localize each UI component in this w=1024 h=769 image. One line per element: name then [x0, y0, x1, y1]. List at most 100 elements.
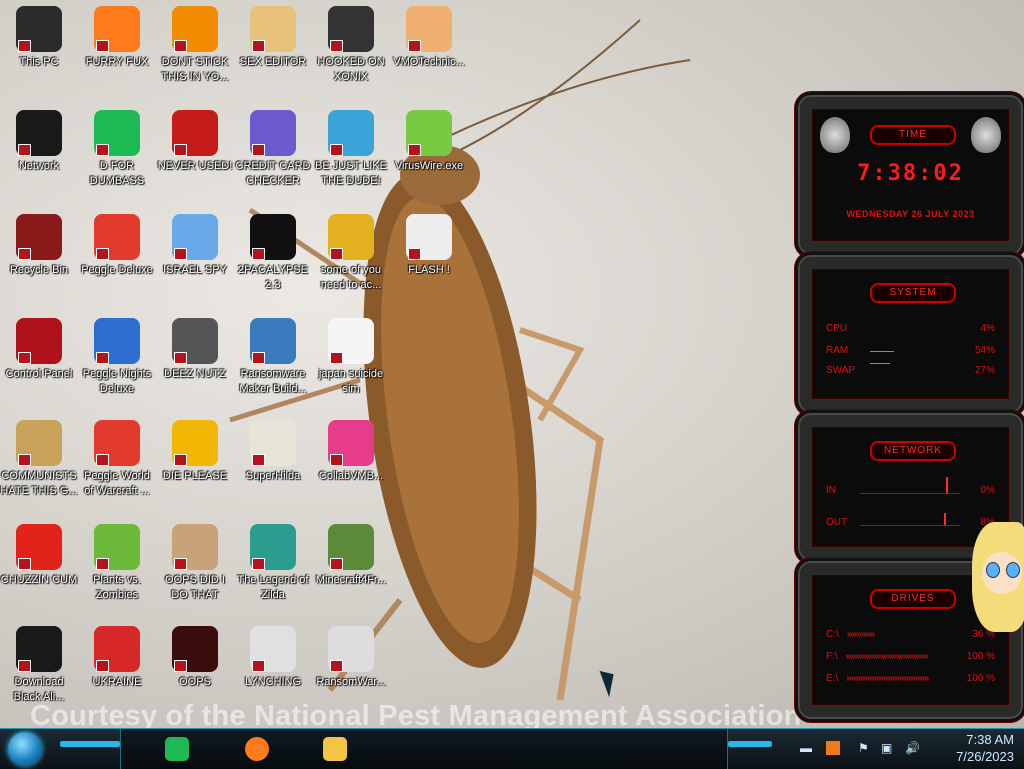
desktop-icon-label: HOOKED ON XONIX [317, 56, 385, 83]
desktop-icon[interactable]: SuperHilda [234, 414, 312, 510]
desktop-icon-image [94, 524, 140, 570]
desktop-icon[interactable]: 2PACALYPSE 2.3 [234, 208, 312, 304]
desktop-icon-image [172, 524, 218, 570]
desktop-icon-label: D FOR DUMBASS [89, 160, 145, 187]
desktop-icon-label: SEX EDITOR [239, 56, 307, 68]
desktop-icon[interactable]: FLASH ! [390, 208, 468, 304]
taskbar-notes-app-button[interactable] [160, 733, 194, 765]
taskbar-file-explorer-button[interactable] [318, 733, 352, 765]
desktop-icon[interactable]: CHUZZIN CUM [0, 518, 78, 614]
desktop-icon-label: COMMUNISTS HATE THIS G... [0, 470, 78, 497]
alien-head-right-icon [971, 117, 1001, 153]
desktop-icon-label: SuperHilda [245, 470, 301, 482]
desktop-icon[interactable]: Minecraft4Fr... [312, 518, 390, 614]
shortcut-badge-icon [18, 352, 31, 364]
desktop-icon-label: Peggle World of Warcraft ... [84, 470, 150, 497]
folder-icon [323, 737, 347, 761]
tray-overflow-icon[interactable]: ▬ [800, 741, 812, 755]
ram-graph-line [870, 351, 894, 352]
desktop-icon[interactable]: Network [0, 104, 78, 200]
desktop-icon[interactable]: UKRAINE [78, 620, 156, 716]
desktop-icon[interactable]: OOPS DID I DO THAT [156, 518, 234, 614]
tray-app-icon[interactable] [826, 741, 840, 755]
desktop-icon[interactable]: RansomWar... [312, 620, 390, 716]
desktop-icon[interactable]: CREDIT CARD CHECKER [234, 104, 312, 200]
shortcut-badge-icon [330, 144, 343, 156]
desktop-icon[interactable]: Download Black Ali... [0, 620, 78, 716]
desktop-icon-image [94, 214, 140, 260]
desktop-icon[interactable]: This PC [0, 0, 78, 96]
desktop-icon-label: This PC [19, 56, 59, 68]
desktop-icon-label: UKRAINE [92, 676, 142, 688]
desktop-icon[interactable]: LYNCHING [234, 620, 312, 716]
shortcut-badge-icon [330, 660, 343, 672]
desktop-icon-label: DEEZ NUTZ [164, 368, 226, 380]
time-clock: 7:38:02 [857, 161, 964, 186]
clock-time: 7:38 AM [966, 732, 1014, 747]
desktop-icon[interactable]: D FOR DUMBASS [78, 104, 156, 200]
desktop-icon[interactable]: CollabVMB... [312, 414, 390, 510]
firefox-icon [245, 737, 269, 761]
time-widget: TIME 7:38:02 WEDNESDAY 26 JULY 2023 [795, 92, 1024, 258]
desktop-icon-image [172, 214, 218, 260]
desktop-icon-label: DONT STICK THIS IN YO... [161, 56, 229, 83]
shortcut-badge-icon [18, 558, 31, 570]
desktop-icon-label: NEVER USED! [157, 160, 233, 172]
desktop-icon[interactable]: OOPS [156, 620, 234, 716]
desktop-icon[interactable]: DIE PLEASE [156, 414, 234, 510]
desktop-icon[interactable]: ISRAEL SPY [156, 208, 234, 304]
taskbar-decor-right [728, 741, 772, 747]
desktop-icon-image [16, 318, 62, 364]
desktop-icon-label: FURRY FUX [85, 56, 149, 68]
desktop-icon[interactable]: NEVER USED! [156, 104, 234, 200]
taskbar-firefox-button[interactable] [240, 733, 274, 765]
taskbar-clock[interactable]: 7:38 AM 7/26/2023 [956, 731, 1014, 765]
desktop-icon[interactable]: DEEZ NUTZ [156, 312, 234, 408]
desktop-icon-image [328, 6, 374, 52]
shortcut-badge-icon [252, 660, 265, 672]
desktop-icon[interactable]: The Legend of Zilda [234, 518, 312, 614]
desktop-icon[interactable]: COMMUNISTS HATE THIS G... [0, 414, 78, 510]
desktop-icon[interactable]: Peggle Deluxe [78, 208, 156, 304]
desktop-icon-label: CHUZZIN CUM [0, 574, 78, 586]
shortcut-badge-icon [174, 40, 187, 52]
desktop-icon[interactable]: FURRY FUX [78, 0, 156, 96]
desktop-icon-label: FLASH ! [408, 264, 450, 276]
desktop-icon[interactable]: VirusWire.exe [390, 104, 468, 200]
system-row-swap: SWAP 27% [826, 365, 995, 376]
network-in-spike [946, 477, 948, 493]
clock-date: 7/26/2023 [956, 749, 1014, 764]
desktop-icon[interactable]: Peggle Nights Deluxe [78, 312, 156, 408]
shortcut-badge-icon [174, 248, 187, 260]
desktop-icon[interactable]: DONT STICK THIS IN YO... [156, 0, 234, 96]
shortcut-badge-icon [408, 144, 421, 156]
desktop-icon[interactable]: VMOTechnic... [390, 0, 468, 96]
desktop-icon[interactable]: Peggle World of Warcraft ... [78, 414, 156, 510]
network-icon[interactable]: ▣ [881, 741, 892, 755]
desktop-icon-image [250, 420, 296, 466]
shortcut-badge-icon [174, 454, 187, 466]
network-header: NETWORK [870, 441, 956, 461]
desktop-icon[interactable]: Plants vs. Zombies [78, 518, 156, 614]
volume-icon[interactable]: 🔊 [905, 741, 920, 755]
desktop-icon[interactable]: japan suicide sim [312, 312, 390, 408]
desktop-icon[interactable]: BE JUST LIKE THE DUDE! [312, 104, 390, 200]
desktop-icon[interactable]: SEX EDITOR [234, 0, 312, 96]
notes-icon [165, 737, 189, 761]
desktop-icon[interactable]: HOOKED ON XONIX [312, 0, 390, 96]
flag-icon[interactable]: ⚑ [858, 741, 869, 755]
desktop-icon-label: Control Panel [5, 368, 73, 380]
desktop-icon-image [16, 420, 62, 466]
desktop-icon-image [328, 626, 374, 672]
shortcut-badge-icon [252, 248, 265, 260]
desktop-icon-label: VMOTechnic... [393, 56, 465, 68]
start-button[interactable] [8, 732, 42, 766]
desktop-icon-image [406, 6, 452, 52]
desktop-icon-label: BE JUST LIKE THE DUDE! [315, 160, 387, 187]
desktop-icon[interactable]: Recycle Bin [0, 208, 78, 304]
desktop-icon[interactable]: Ransomware Maker Build... [234, 312, 312, 408]
desktop-icon[interactable]: some of you need to ac... [312, 208, 390, 304]
desktop-icon[interactable]: Control Panel [0, 312, 78, 408]
shortcut-badge-icon [96, 352, 109, 364]
shortcut-badge-icon [174, 144, 187, 156]
